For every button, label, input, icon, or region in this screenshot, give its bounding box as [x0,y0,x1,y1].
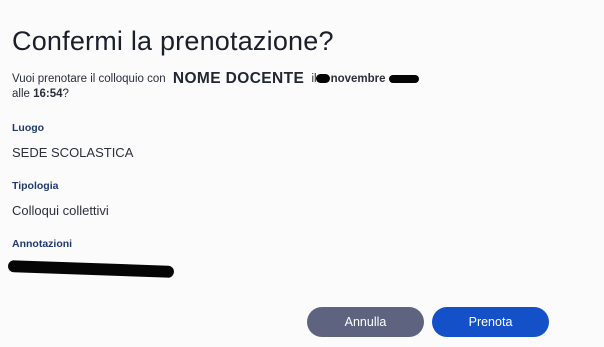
tipologia-label: Tipologia [12,180,59,192]
booking-time: 16:54 [33,88,63,100]
redacted-day [315,74,330,84]
redacted-year [388,74,419,83]
luogo-label: Luogo [12,122,45,134]
annotazioni-label: Annotazioni [12,238,73,250]
question-prefix: Vuoi prenotare il colloquio con [12,73,166,85]
booking-month: novembre [330,73,386,85]
booking-question: Vuoi prenotare il colloquio con NOME DOC… [12,70,582,102]
redacted-annotation [7,260,175,278]
teacher-name: NOME DOCENTE [172,70,305,87]
tipologia-value: Colloqui collettivi [12,203,109,218]
dialog-title: Confermi la prenotazione? [12,26,334,56]
question-suffix: ? [62,88,69,100]
booking-confirm-dialog: Confermi la prenotazione? Vuoi prenotare… [0,0,604,347]
cancel-button[interactable]: Annulla [307,307,424,337]
book-button[interactable]: Prenota [432,307,549,337]
question-alle: alle [12,88,30,100]
luogo-value: SEDE SCOLASTICA [12,145,134,160]
